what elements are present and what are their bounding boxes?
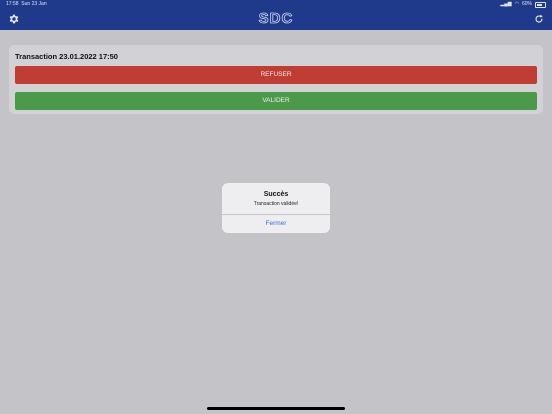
close-alert-button[interactable]: Fermer (222, 215, 330, 233)
home-indicator[interactable] (207, 407, 345, 410)
alert-message: Transaction validée! (253, 201, 299, 207)
wifi-icon: ◠ (514, 1, 519, 7)
transaction-card: Transaction 23.01.2022 17:50 REFUSER VAL… (9, 45, 543, 114)
alert-title: Succès (263, 191, 289, 198)
transaction-title: Transaction 23.01.2022 17:50 (15, 52, 118, 61)
status-bar: 17:58 Sun 23 Jan ▂▄▆ ◠ 60% (0, 0, 552, 9)
battery-icon (535, 1, 546, 8)
success-alert: Succès Transaction validée! Fermer (222, 183, 330, 233)
navigation-bar: 17:58 Sun 23 Jan ▂▄▆ ◠ 60% SDC (0, 0, 552, 30)
validate-button[interactable]: VALIDER (15, 92, 537, 110)
status-time: 17:58 (6, 1, 19, 7)
status-indicators: ▂▄▆ ◠ 60% (500, 0, 546, 9)
status-date: Sun 23 Jan (21, 1, 47, 7)
battery-percent: 60% (521, 1, 532, 7)
signal-icon: ▂▄▆ (500, 1, 512, 7)
refresh-icon[interactable] (533, 13, 545, 25)
status-time-date: 17:58 Sun 23 Jan (6, 0, 47, 9)
refuse-button[interactable]: REFUSER (15, 66, 537, 84)
app-logo: SDC (258, 10, 294, 27)
